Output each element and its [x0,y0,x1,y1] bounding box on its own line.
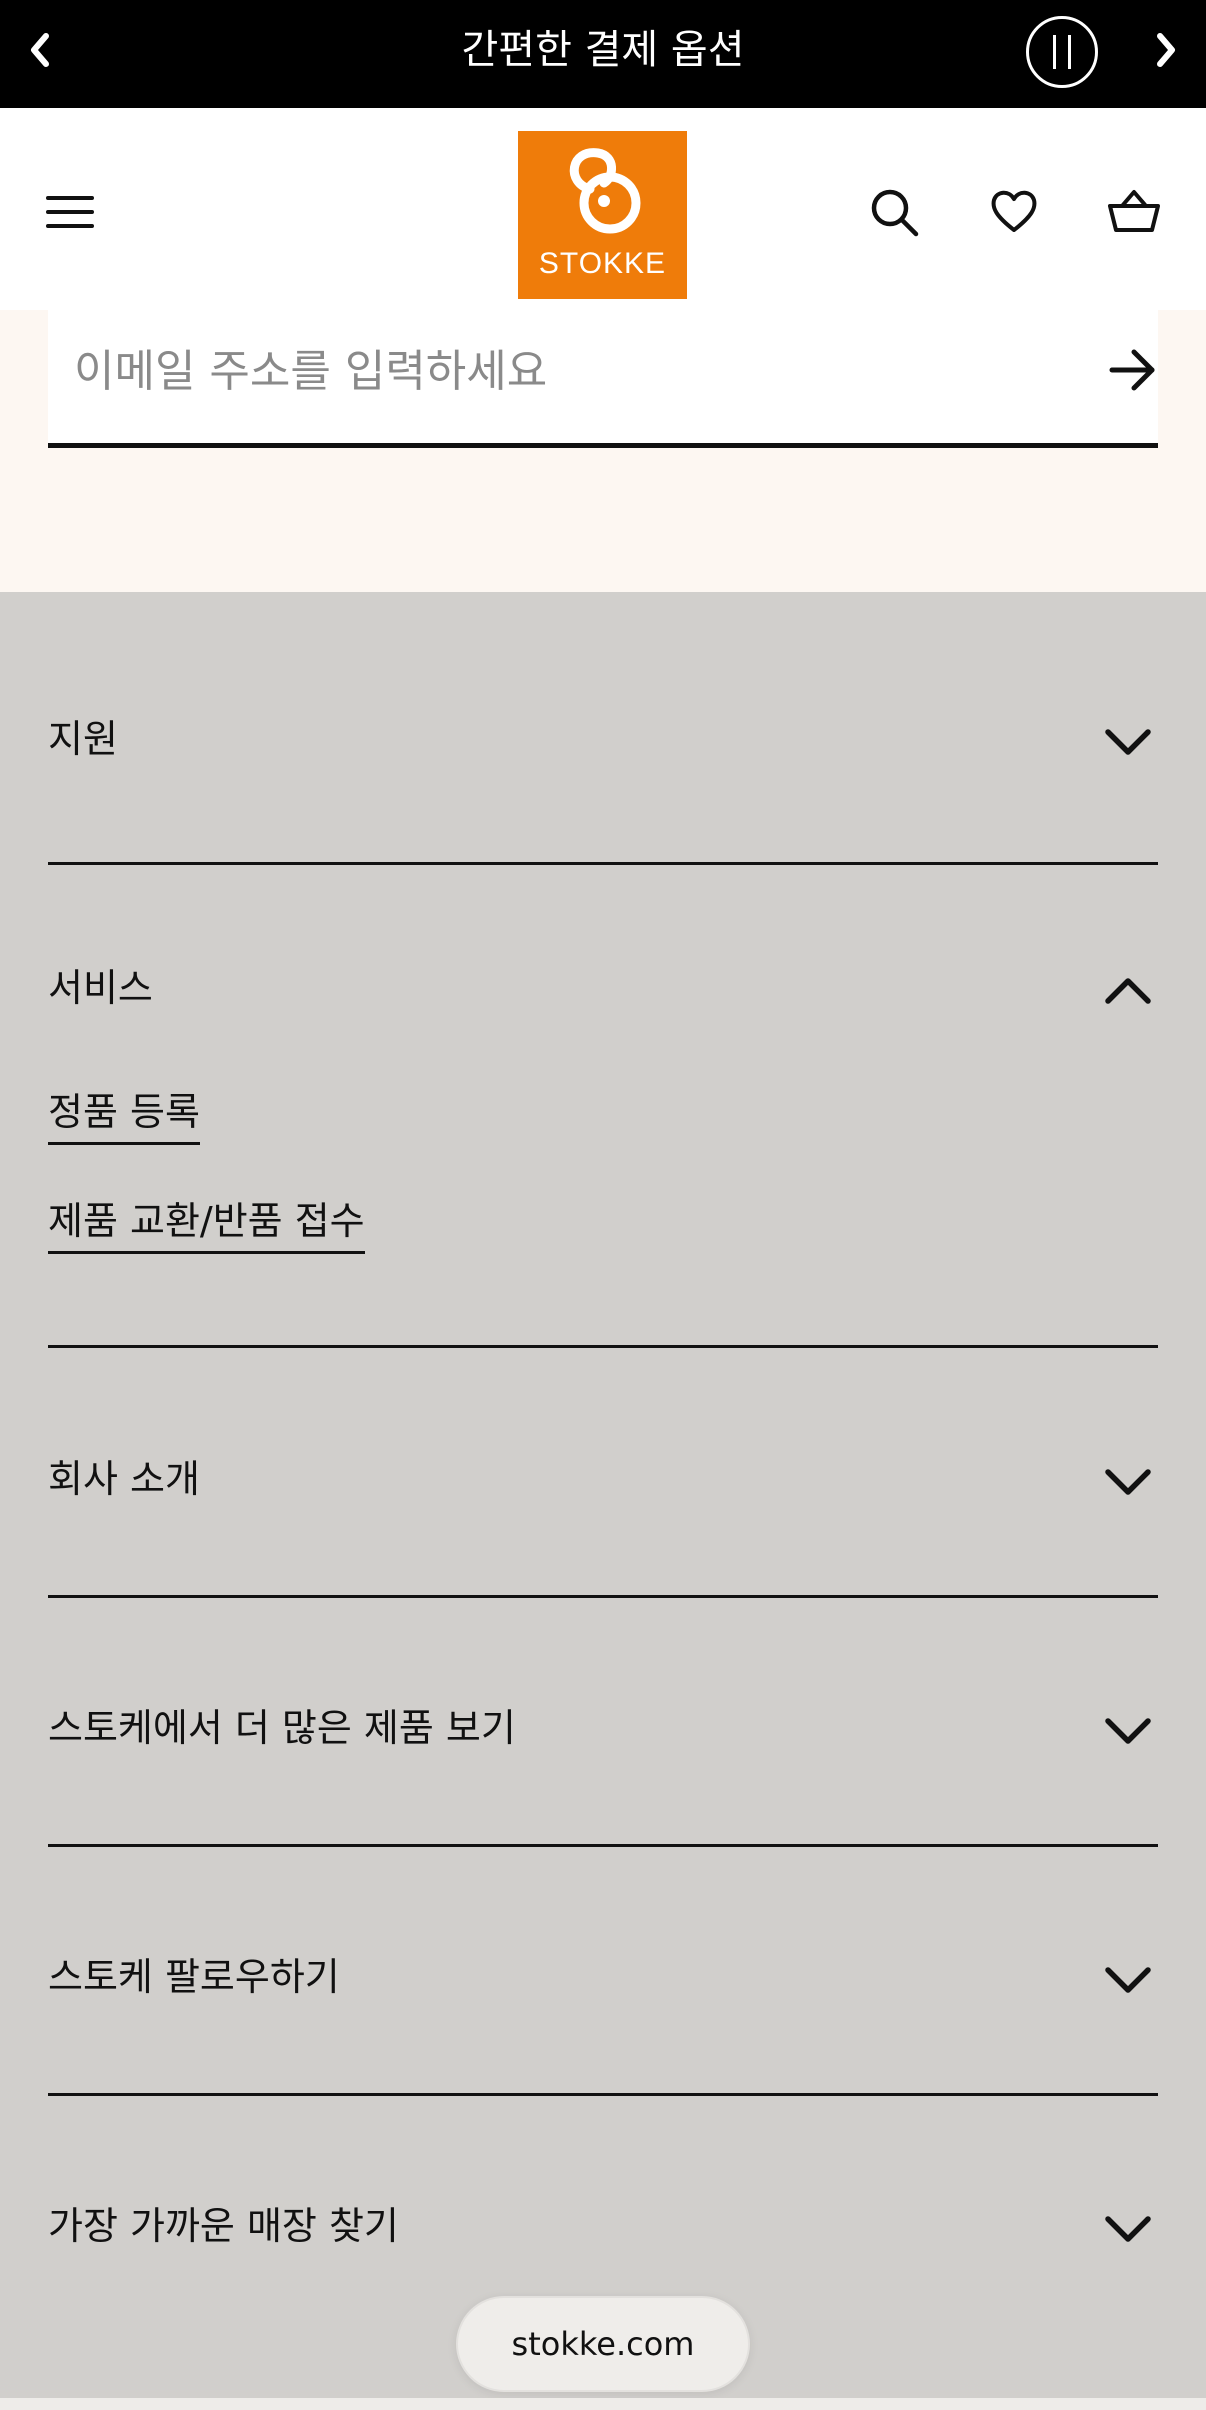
bottom-strip [0,2398,1206,2410]
divider [48,1844,1158,1847]
chevron-up-icon[interactable] [1100,971,1156,1011]
link-product-registration[interactable]: 정품 등록 [48,1081,200,1145]
arrow-right-icon[interactable] [1104,342,1160,398]
chevron-down-icon[interactable] [1100,1462,1156,1502]
announcement-bar: 간편한 결제 옵션 [0,0,1206,108]
accordion-title: 스토케 팔로우하기 [48,1955,340,1999]
basket-icon[interactable] [1106,184,1162,240]
logo-wordmark: STOKKE [538,247,667,280]
divider [48,862,1158,865]
stokke-logo[interactable]: STOKKE [518,131,687,299]
accordion-title: 서비스 [48,966,153,1010]
accordion-title: 지원 [48,717,118,761]
link-exchange-return[interactable]: 제품 교환/반품 접수 [48,1190,365,1254]
accordion-title: 가장 가까운 매장 찾기 [48,2204,399,2248]
footer: 지원 서비스 정품 등록 제품 교환/반품 접수 회사 소개 스토케에서 더 많… [0,592,1206,2402]
chevron-down-icon[interactable] [1100,2209,1156,2249]
newsletter-section [0,310,1206,592]
accordion-title: 회사 소개 [48,1457,200,1501]
divider [48,1595,1158,1598]
divider [48,2093,1158,2096]
search-icon[interactable] [866,184,922,240]
pause-icon[interactable] [1026,16,1098,88]
chevron-down-icon[interactable] [1100,722,1156,762]
browser-url-pill[interactable]: stokke.com [456,2296,750,2392]
chevron-right-icon[interactable] [1138,22,1194,78]
stokke-logo-mark [569,148,641,234]
chevron-down-icon[interactable] [1100,1960,1156,2000]
site-header: STOKKE [0,108,1206,310]
divider [48,1345,1158,1348]
email-input[interactable] [72,320,1036,422]
accordion-title: 스토케에서 더 많은 제품 보기 [48,1706,516,1750]
heart-icon[interactable] [986,184,1042,240]
hamburger-menu-icon[interactable] [44,190,100,234]
chevron-down-icon[interactable] [1100,1711,1156,1751]
email-field-container [48,310,1158,448]
